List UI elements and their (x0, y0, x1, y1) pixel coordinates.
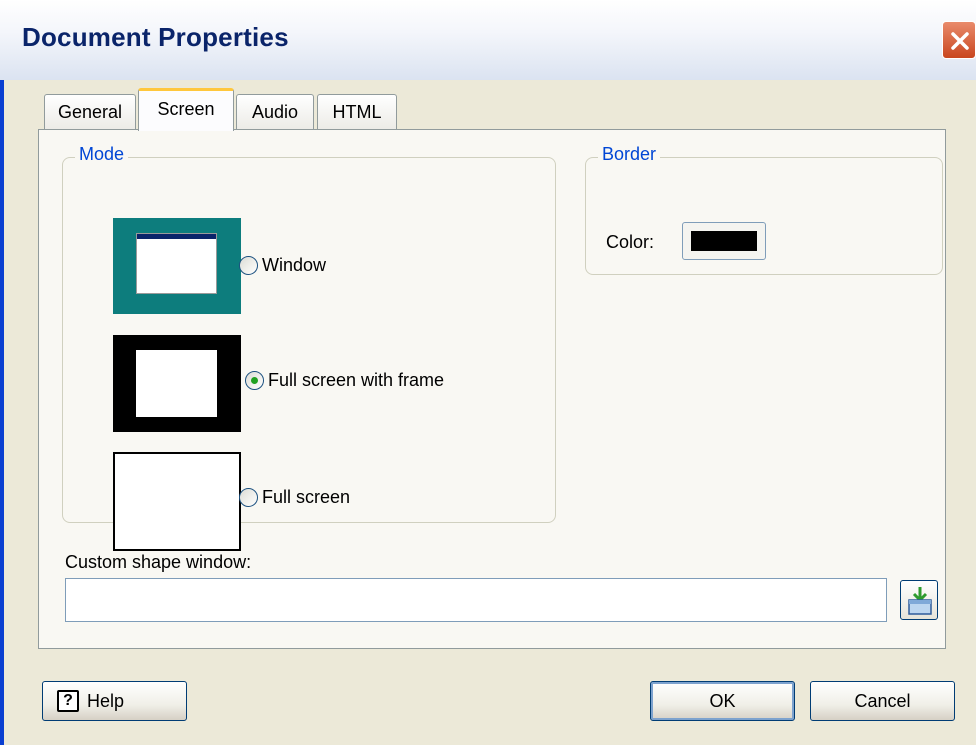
border-color-label: Color: (606, 232, 655, 252)
screen-tab-panel: Mode Window Full screen with frame Full … (38, 129, 946, 649)
border-legend: Border (598, 144, 661, 165)
ok-button[interactable]: OK (650, 681, 795, 721)
tab-audio[interactable]: Audio (236, 94, 314, 130)
mode-legend: Mode (75, 144, 129, 165)
help-icon: ? (57, 690, 79, 712)
radio-full-screen-circle[interactable] (239, 488, 258, 507)
radio-window-label: Window (262, 255, 327, 275)
mode-group: Mode Window Full screen with frame Full … (62, 144, 556, 551)
tab-screen-label: Screen (157, 99, 215, 119)
custom-shape-input[interactable] (65, 578, 887, 622)
radio-window-circle[interactable] (239, 256, 258, 275)
fullscreen-frame-preview (113, 335, 241, 432)
radio-full-screen[interactable]: Full screen (239, 487, 350, 508)
radio-full-screen-with-frame-circle[interactable] (245, 371, 264, 390)
browse-button[interactable] (900, 580, 938, 620)
fullscreen-preview (113, 452, 241, 551)
border-group: Border Color: (585, 144, 943, 275)
custom-shape-label: Custom shape window: (65, 552, 252, 572)
ok-button-label: OK (709, 690, 736, 711)
title-bar: Document Properties (0, 0, 976, 80)
folder-open-icon (908, 587, 932, 615)
tab-general[interactable]: General (44, 94, 136, 130)
window-left-border (0, 80, 4, 745)
cancel-button-label: Cancel (854, 690, 911, 711)
help-button[interactable]: ? Help (42, 681, 187, 721)
tab-screen[interactable]: Screen (138, 88, 234, 131)
close-icon (951, 32, 969, 50)
tab-html-label: HTML (332, 102, 382, 122)
window-title: Document Properties (22, 22, 289, 52)
cancel-button[interactable]: Cancel (810, 681, 955, 721)
tab-audio-label: Audio (251, 102, 299, 122)
radio-full-screen-with-frame-label: Full screen with frame (268, 370, 445, 390)
radio-window[interactable]: Window (239, 255, 326, 276)
document-properties-dialog: Document Properties General Screen Audio… (0, 0, 976, 745)
border-color-swatch (691, 231, 757, 251)
window-mode-preview (113, 218, 241, 314)
close-button[interactable] (942, 21, 976, 59)
tab-general-label: General (57, 102, 123, 122)
tab-html[interactable]: HTML (317, 94, 397, 130)
radio-full-screen-label: Full screen (262, 487, 351, 507)
border-color-picker[interactable] (682, 222, 766, 260)
help-button-label: Help (87, 690, 125, 711)
radio-full-screen-with-frame[interactable]: Full screen with frame (245, 370, 444, 391)
